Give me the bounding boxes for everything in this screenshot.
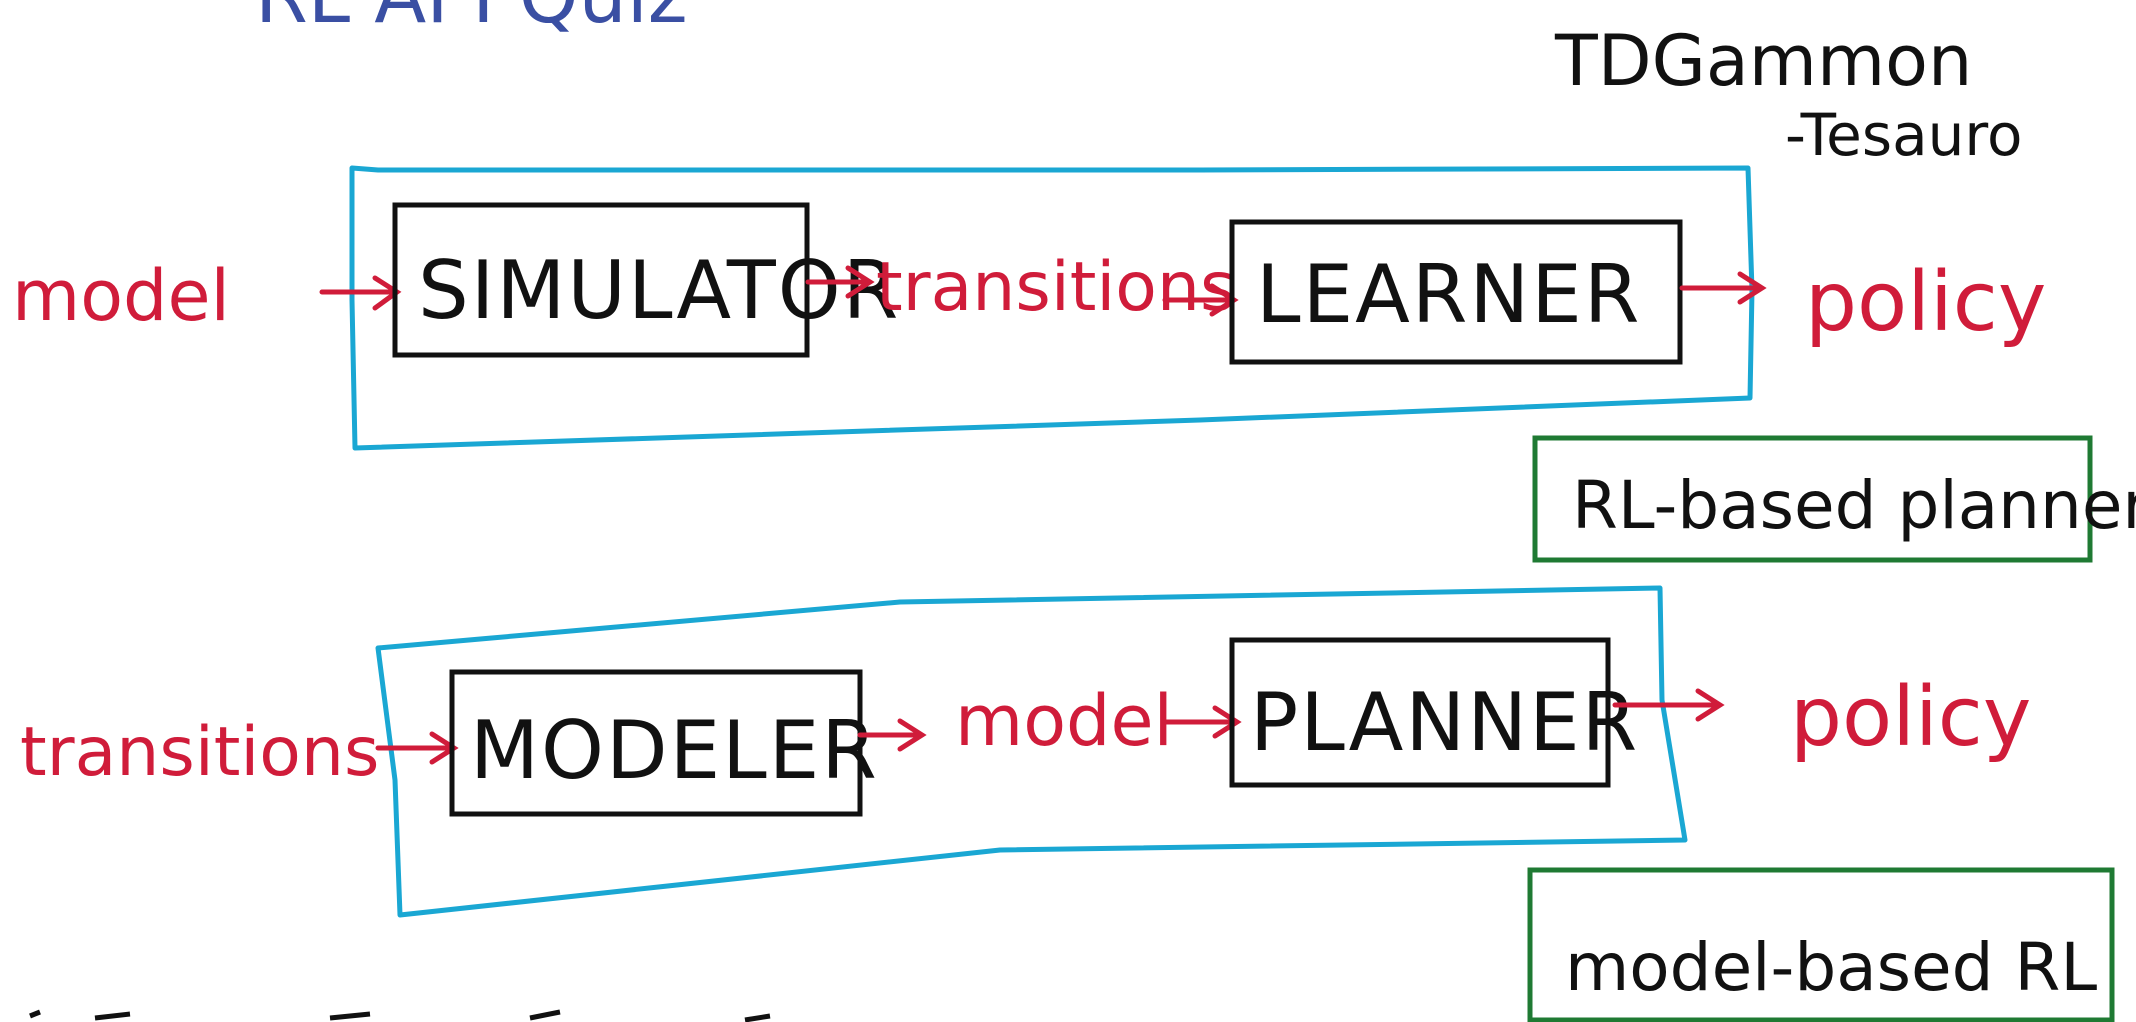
learner-label: LEARNER (1256, 248, 1641, 341)
simulator-label: SIMULATOR (418, 244, 900, 337)
bottom-pipeline: transitions MODELER model PLANNER policy (20, 585, 2115, 1022)
bottom-output-label: policy (1790, 670, 2031, 765)
bottom-arrow-3 (1162, 705, 1242, 739)
header-title-text: RL API Quiz (255, 0, 688, 40)
top-middle-label: transitions (876, 248, 1235, 327)
top-arrow-1 (319, 275, 402, 311)
annotation-line1: TDGammon (1554, 20, 1972, 102)
top-arrow-4 (1679, 271, 1767, 305)
bottom-category-label: model-based RL (1565, 929, 2097, 1006)
planner-label: PLANNER (1250, 676, 1639, 769)
bottom-input-label: transitions (20, 713, 379, 792)
bottom-middle-label: model (955, 680, 1173, 762)
diagram-canvas: RL API Quiz TDGammon -Tesauro model SIMU… (12, 0, 2136, 1022)
modeler-label: MODELER (470, 704, 879, 797)
tdgammon-annotation: TDGammon -Tesauro (1554, 20, 2022, 169)
annotation-line2: -Tesauro (1785, 101, 2022, 169)
top-pipeline: model SIMULATOR transitions LEARNER poli… (12, 165, 2136, 563)
top-input-label: model (12, 255, 230, 337)
top-output-label: policy (1805, 255, 2046, 350)
header-title-partial: RL API Quiz (255, 0, 688, 40)
top-category-label: RL-based planner (1572, 467, 2136, 544)
partial-ink-bottom (29, 1009, 771, 1022)
